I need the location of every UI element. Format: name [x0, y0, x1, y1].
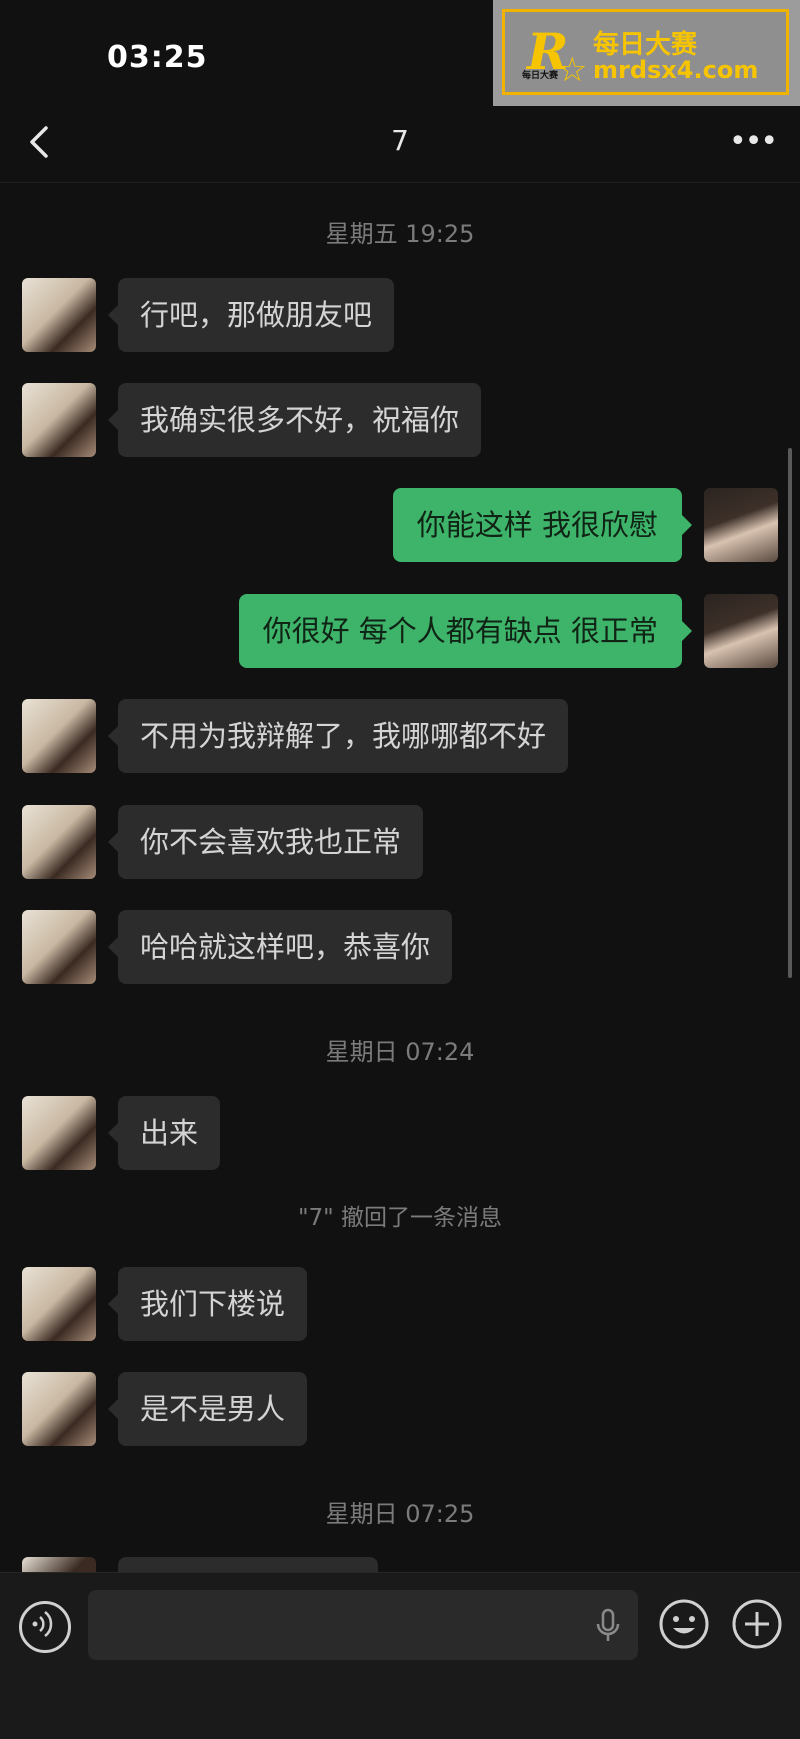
watermark-small-text: 每日大赛 [522, 71, 559, 81]
recall-notice: "7" 撤回了一条消息 [297, 1205, 503, 1231]
contact-avatar[interactable] [22, 1267, 96, 1341]
contact-avatar[interactable] [22, 699, 96, 773]
star-icon: ☆ [557, 50, 588, 90]
message-input[interactable] [88, 1590, 638, 1660]
watermark-frame: R ☆ 每日大赛 每日大赛 mrdsx4.com [502, 9, 789, 95]
emoji-icon[interactable] [658, 1598, 710, 1650]
received-message[interactable]: 哈哈就这样吧，恭喜你 [107, 910, 453, 984]
message-timestamp: 星期五 19:25 [325, 220, 475, 248]
sent-message[interactable]: 你能这样 我很欣慰 [392, 488, 693, 562]
self-avatar[interactable] [704, 594, 778, 668]
watermark-logo: R ☆ 每日大赛 每日大赛 mrdsx4.com [493, 0, 800, 106]
message-timestamp: 星期日 07:25 [325, 1500, 475, 1528]
self-avatar[interactable] [704, 488, 778, 562]
received-message[interactable]: 不用为我辩解了，我哪哪都不好 [107, 699, 569, 773]
add-icon[interactable] [731, 1598, 783, 1650]
message-timestamp: 星期日 07:24 [325, 1038, 475, 1066]
received-message[interactable]: 我确实很多不好，祝福你 [107, 383, 482, 457]
contact-avatar[interactable] [22, 278, 96, 352]
contact-avatar[interactable] [22, 1096, 96, 1170]
chat-title: 7 [391, 124, 409, 157]
microphone-icon[interactable] [593, 1608, 623, 1644]
contact-avatar[interactable] [22, 805, 96, 879]
received-message[interactable]: 出来 [107, 1096, 221, 1170]
received-message[interactable]: 我们下楼说 [107, 1267, 308, 1341]
received-message[interactable]: 你不会喜欢我也正常 [107, 805, 424, 879]
status-time: 03:25 [107, 40, 208, 75]
contact-avatar[interactable] [22, 910, 96, 984]
sent-message[interactable]: 你很好 每个人都有缺点 很正常 [238, 594, 693, 668]
scrollbar[interactable] [788, 448, 792, 978]
nav-divider [0, 182, 800, 183]
more-options-icon[interactable]: ••• [729, 124, 778, 159]
voice-toggle-button[interactable] [19, 1601, 71, 1653]
watermark-url: mrdsx4.com [593, 56, 759, 84]
voice-icon [32, 1611, 53, 1637]
received-message[interactable]: 是不是男人 [107, 1372, 308, 1446]
contact-avatar[interactable] [22, 1372, 96, 1446]
contact-avatar[interactable] [22, 383, 96, 457]
received-message[interactable]: 行吧，那做朋友吧 [107, 278, 395, 352]
